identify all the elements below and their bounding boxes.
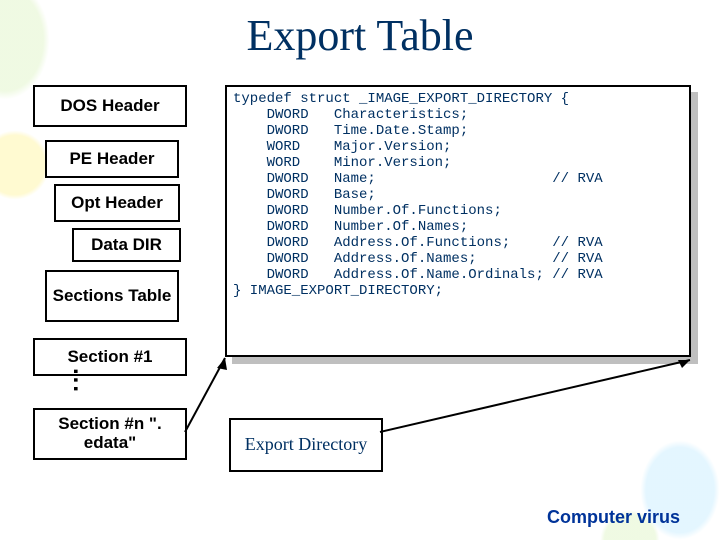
pointer-edata-to-code: [0, 0, 720, 540]
slide: Export Table DOS Header PE Header Opt He…: [0, 0, 720, 540]
footer-text: Computer virus: [547, 507, 680, 528]
